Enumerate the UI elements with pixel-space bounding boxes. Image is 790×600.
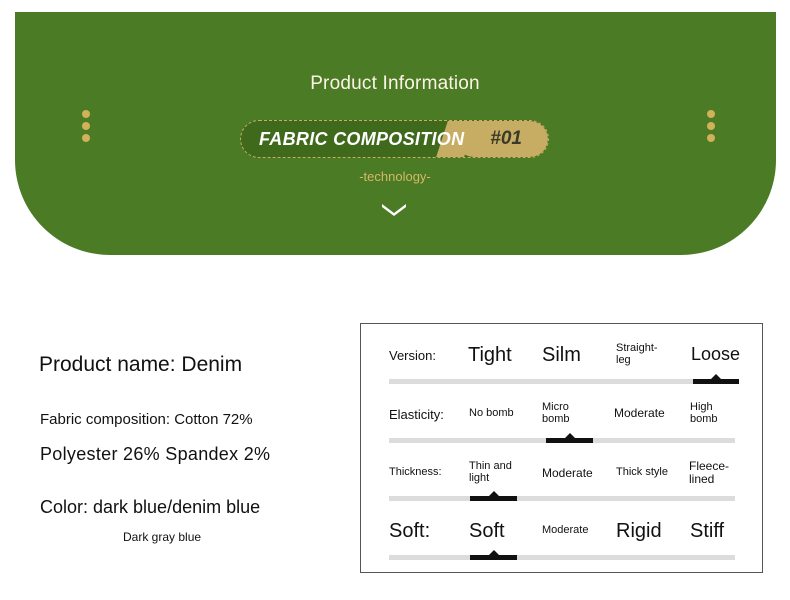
version-selected-marker <box>693 374 739 384</box>
option-moderate: Moderate <box>614 406 665 420</box>
option-loose: Loose <box>691 344 741 364</box>
option-moderate-thickness: Moderate <box>542 466 593 480</box>
option-no-bomb: No bomb <box>469 407 514 419</box>
soft-scale-track <box>389 555 735 560</box>
pill-number: #01 <box>490 128 522 149</box>
banner-title: Product Information <box>310 73 480 94</box>
attribute-label-version: Version: <box>389 348 436 363</box>
fabric-composition: Fabric composition: Cotton 72% <box>40 411 253 428</box>
option-fleece-lined: Fleece-lined <box>689 459 730 486</box>
attribute-panel: Version: Tight Silm Straight-leg Loose E… <box>360 323 763 573</box>
vertical-dots-icon <box>707 110 715 146</box>
option-straight-leg: Straight-leg <box>616 342 658 366</box>
section-pill: FABRIC COMPOSITION #01 <box>240 120 549 158</box>
version-scale-track <box>389 379 735 384</box>
option-silm: Silm <box>542 344 581 366</box>
thickness-selected-marker <box>470 491 517 501</box>
option-stiff: Stiff <box>690 520 725 542</box>
thickness-scale-track <box>389 496 735 501</box>
option-thin-and-light: Thin and light <box>469 460 512 484</box>
option-thick-style: Thick style <box>616 466 668 478</box>
option-high-bomb: High bomb <box>690 401 718 425</box>
product-color: Color: dark blue/denim blue <box>40 497 261 517</box>
attribute-label-elasticity: Elasticity: <box>389 407 444 422</box>
elasticity-selected-marker <box>546 433 593 443</box>
fabric-composition-continued: Polyester 26% Spandex 2% <box>40 444 271 464</box>
swatch-label: Dark gray blue <box>123 530 202 544</box>
option-moderate-softness: Moderate <box>542 524 589 536</box>
product-name: Product name: Denim <box>39 353 243 376</box>
option-rigid: Rigid <box>616 520 662 542</box>
option-tight: Tight <box>468 344 512 366</box>
section-subtitle: -technology- <box>359 169 431 184</box>
option-micro-bomb: Micro bomb <box>542 401 570 425</box>
pill-label: FABRIC COMPOSITION <box>259 129 465 149</box>
option-soft: Soft <box>469 520 505 542</box>
attribute-label-thickness: Thickness: <box>389 466 442 478</box>
chevron-down-icon <box>382 204 406 216</box>
attribute-label-soft: Soft: <box>389 520 431 542</box>
soft-selected-marker <box>470 550 517 560</box>
vertical-dots-icon <box>82 110 90 146</box>
